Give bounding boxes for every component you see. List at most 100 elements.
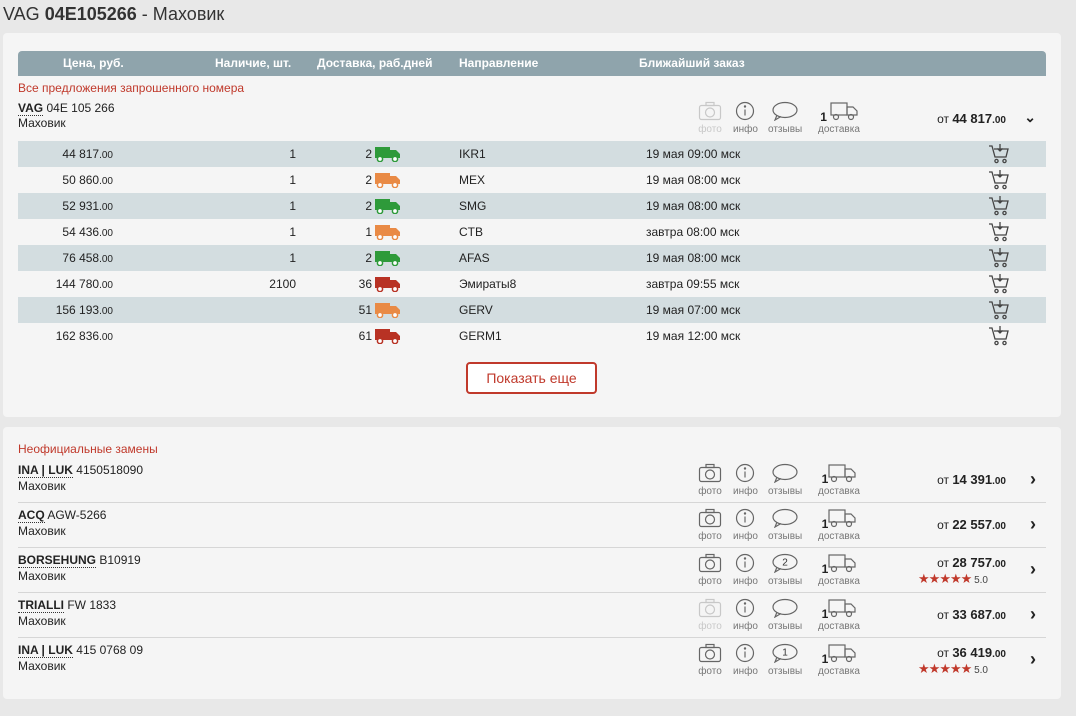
add-to-cart-icon[interactable]	[988, 273, 1010, 298]
offer-row[interactable]: 44 817.00 1 2 IKR1 19 мая 09:00 мск	[18, 141, 1046, 167]
reviews-button[interactable]: отзывы	[768, 508, 802, 542]
rating: ★★★★★ 5.0	[918, 571, 988, 587]
info-button[interactable]: инфо	[733, 553, 758, 587]
replacement-row[interactable]: BORSEHUNG B10919 Маховик фото инфо 2 отзывы 1 д…	[18, 548, 1046, 593]
photo-button[interactable]: фото	[698, 643, 722, 677]
camera-icon	[698, 553, 722, 573]
offer-price-dec: .00	[99, 228, 113, 239]
delivery-button[interactable]: 1 доставка	[818, 598, 860, 632]
replacement-price: от 36 419.00	[937, 645, 1006, 660]
replacement-brand[interactable]: TRIALLI	[18, 598, 64, 613]
chevron-right-icon[interactable]: ›	[1030, 649, 1036, 670]
speech-bubble-icon	[772, 598, 798, 619]
replacement-row[interactable]: ACQ AGW-5266 Маховик фото инфо отзывы 1 достав…	[18, 503, 1046, 548]
offer-price-dec: .00	[99, 280, 113, 291]
offer-qty: 1	[289, 199, 296, 213]
photo-button[interactable]: фото	[698, 598, 722, 632]
delivery-button[interactable]: 1 доставка	[818, 463, 860, 497]
delivery-label: доставка	[818, 621, 860, 632]
replacement-price: от 33 687.00	[937, 607, 1006, 622]
header-price: Цена, руб.	[63, 56, 124, 70]
chevron-right-icon[interactable]: ›	[1030, 469, 1036, 490]
replacement-row[interactable]: INA | LUK 415 0768 09 Маховик фото инфо 1 отз…	[18, 638, 1046, 683]
replacement-brand-line: INA | LUK 4150518090	[18, 463, 143, 478]
star-icon: ★★★★★	[918, 571, 972, 586]
info-button[interactable]: инфо	[733, 643, 758, 677]
reviews-button[interactable]: 1 отзывы	[768, 643, 802, 677]
add-to-cart-icon[interactable]	[988, 221, 1010, 246]
add-to-cart-icon[interactable]	[988, 325, 1010, 350]
offer-row[interactable]: 76 458.00 1 2 AFAS 19 мая 08:00 мск	[18, 245, 1046, 271]
delivery-button[interactable]: 1 доставка	[818, 553, 860, 587]
info-button[interactable]: инфо	[733, 463, 758, 497]
offer-days: 2	[365, 147, 372, 161]
reviews-label: отзывы	[768, 576, 803, 587]
photo-button[interactable]: фото	[698, 101, 722, 135]
chevron-right-icon[interactable]: ›	[1030, 604, 1036, 625]
star-icon: ★★★★★	[918, 661, 972, 676]
offer-days: 2	[365, 199, 372, 213]
product-brand-line: VAG 04E 105 266	[18, 101, 115, 116]
truck-icon	[375, 302, 401, 321]
info-button[interactable]: инфо	[733, 598, 758, 632]
offer-order-time: 19 мая 08:00 мск	[646, 199, 741, 213]
replacement-brand[interactable]: BORSEHUNG	[18, 553, 97, 568]
replacement-name: Маховик	[18, 479, 66, 493]
show-more-button[interactable]: Показать еще	[466, 362, 597, 394]
product-header[interactable]: VAG 04E 105 266 Маховик фото инфо отзывы…	[18, 101, 1046, 145]
offer-row[interactable]: 50 860.00 1 2 MEX 19 мая 08:00 мск	[18, 167, 1046, 193]
truck-icon	[375, 172, 401, 191]
offer-qty: 1	[289, 251, 296, 265]
info-button[interactable]: инфо	[733, 508, 758, 542]
replacement-row[interactable]: TRIALLI FW 1833 Маховик фото инфо отзывы 1 дос…	[18, 593, 1046, 638]
replacement-row[interactable]: INA | LUK 4150518090 Маховик фото инфо отзыв…	[18, 458, 1046, 503]
reviews-button[interactable]: отзывы	[768, 101, 802, 135]
add-to-cart-icon[interactable]	[988, 143, 1010, 168]
delivery-button[interactable]: 1 доставка	[818, 643, 860, 677]
add-to-cart-icon[interactable]	[988, 247, 1010, 272]
offer-row[interactable]: 156 193.00 51 GERV 19 мая 07:00 мск	[18, 297, 1046, 323]
truck-icon	[375, 198, 401, 217]
delivery-label: доставка	[818, 486, 860, 497]
replacement-brand[interactable]: INA | LUK	[18, 643, 73, 658]
offer-row[interactable]: 162 836.00 61 GERM1 19 мая 12:00 мск	[18, 323, 1046, 349]
truck-icon	[828, 554, 856, 573]
chevron-right-icon[interactable]: ›	[1030, 559, 1036, 580]
info-button[interactable]: инфо	[733, 101, 758, 135]
photo-button[interactable]: фото	[698, 463, 722, 497]
reviews-label: отзывы	[768, 486, 803, 497]
reviews-button[interactable]: 2 отзывы	[768, 553, 802, 587]
truck-icon	[828, 509, 856, 528]
delivery-button[interactable]: 1 доставка	[818, 508, 860, 542]
offer-row[interactable]: 52 931.00 1 2 SMG 19 мая 08:00 мск	[18, 193, 1046, 219]
replacement-price-int: 33 687	[952, 607, 993, 622]
reviews-button[interactable]: отзывы	[768, 598, 802, 632]
replacement-price: от 14 391.00	[937, 472, 1006, 487]
replacement-brand[interactable]: ACQ	[18, 508, 45, 523]
product-brand[interactable]: VAG	[18, 101, 44, 116]
camera-icon	[698, 643, 722, 663]
replacements-panel: Неофициальные замены INA | LUK 415051809…	[3, 427, 1061, 699]
title-sep: -	[136, 4, 153, 24]
replacement-name: Маховик	[18, 524, 66, 538]
offer-price-int: 52 931	[62, 199, 100, 213]
offer-row[interactable]: 144 780.00 2100 36 Эмираты8 завтра 09:55 мск	[18, 271, 1046, 297]
delivery-button[interactable]: 1 доставка	[818, 101, 860, 135]
min-price-dec: .00	[992, 115, 1006, 126]
chevron-down-icon[interactable]: ⌄	[1024, 109, 1036, 126]
offer-row[interactable]: 54 436.00 1 1 CTB завтра 08:00 мск	[18, 219, 1046, 245]
offer-price-dec: .00	[99, 306, 113, 317]
add-to-cart-icon[interactable]	[988, 195, 1010, 220]
photo-button[interactable]: фото	[698, 553, 722, 587]
add-to-cart-icon[interactable]	[988, 169, 1010, 194]
replacement-brand[interactable]: INA | LUK	[18, 463, 73, 478]
offer-days: 2	[365, 251, 372, 265]
reviews-button[interactable]: отзывы	[768, 463, 802, 497]
offer-price-int: 54 436	[62, 225, 100, 239]
chevron-right-icon[interactable]: ›	[1030, 514, 1036, 535]
info-icon	[736, 508, 755, 528]
add-to-cart-icon[interactable]	[988, 299, 1010, 324]
photo-button[interactable]: фото	[698, 508, 722, 542]
title-number: 04E105266	[44, 4, 137, 24]
offer-direction: CTB	[459, 225, 483, 239]
